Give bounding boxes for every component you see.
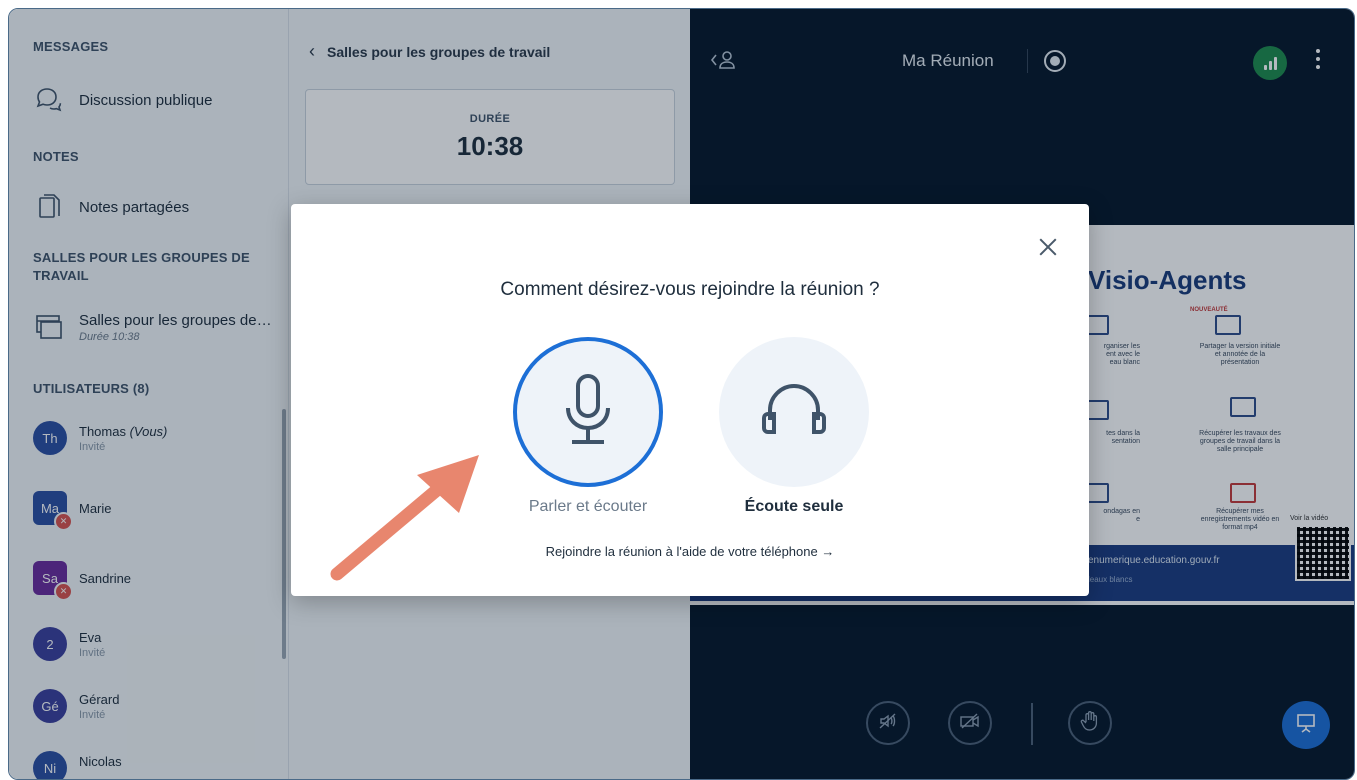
app-window: MESSAGES Discussion publique NOTES Notes… <box>8 8 1355 780</box>
microphone-icon <box>558 370 618 455</box>
listen-only-option-label: Écoute seule <box>744 498 844 515</box>
close-icon[interactable] <box>1037 236 1059 258</box>
listen-only-option-button[interactable] <box>719 337 869 487</box>
annotation-arrow-icon <box>330 455 479 581</box>
headphones-icon <box>754 370 834 455</box>
microphone-option-button[interactable] <box>513 337 663 487</box>
microphone-option-label: Parler et écouter <box>528 498 648 515</box>
modal-title: Comment désirez-vous rejoindre la réunio… <box>500 279 880 300</box>
